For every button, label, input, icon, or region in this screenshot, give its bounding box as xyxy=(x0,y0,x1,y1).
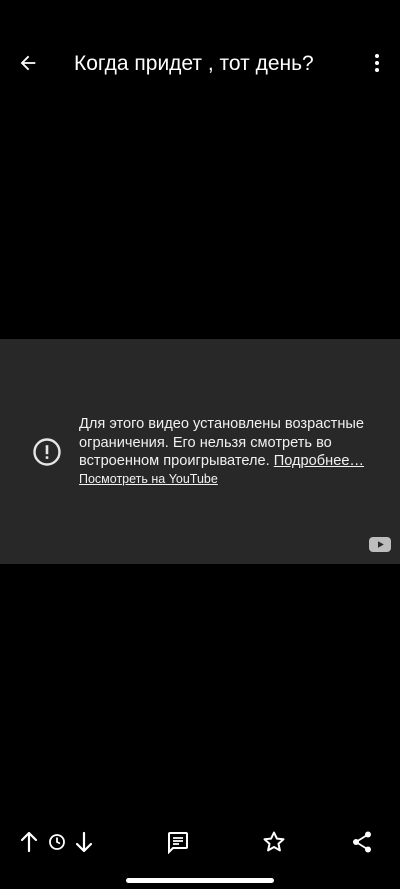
youtube-logo-icon[interactable] xyxy=(369,537,391,552)
more-options-button[interactable] xyxy=(364,49,390,77)
clock-icon xyxy=(49,834,65,850)
back-button[interactable] xyxy=(14,49,42,77)
previous-button[interactable] xyxy=(18,828,40,856)
comments-button[interactable] xyxy=(165,828,191,856)
next-button[interactable] xyxy=(73,828,95,856)
comment-icon xyxy=(168,832,188,854)
page-title: Когда придет , тот день? xyxy=(74,52,314,75)
top-app-bar: Когда придет , тот день? xyxy=(0,0,400,128)
alert-circle-icon xyxy=(33,438,61,466)
home-indicator[interactable] xyxy=(126,878,274,883)
age-restriction-message: Для этого видео установлены возрастные о… xyxy=(79,415,379,471)
arrow-down-icon xyxy=(75,831,93,853)
watch-on-youtube-link[interactable]: Посмотреть на YouTube xyxy=(79,471,218,487)
star-icon xyxy=(263,831,285,852)
bottom-toolbar xyxy=(0,820,400,865)
arrow-up-icon xyxy=(20,831,38,853)
arrow-back-icon xyxy=(20,55,36,71)
learn-more-link[interactable]: Подробнее… xyxy=(274,453,364,469)
favorite-button[interactable] xyxy=(261,828,287,856)
history-button[interactable] xyxy=(46,828,68,856)
share-button[interactable] xyxy=(349,828,375,856)
more-vertical-icon xyxy=(375,54,379,72)
share-icon xyxy=(353,831,371,853)
